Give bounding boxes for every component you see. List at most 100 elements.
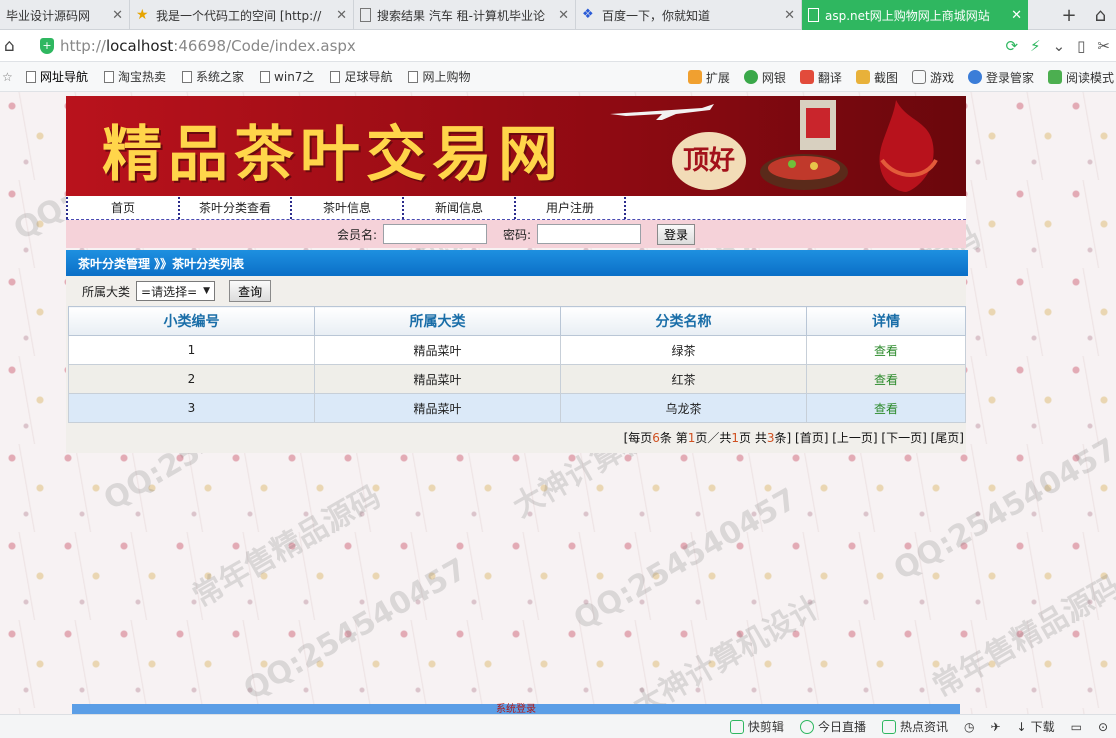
first-page-link[interactable]: [首页] [795, 431, 828, 445]
cell-id: 2 [68, 364, 315, 394]
password-label: 密码: [502, 227, 532, 242]
paw-icon: ❖ [582, 7, 594, 22]
bookmark-item[interactable]: 足球导航 [330, 68, 392, 85]
pin-icon[interactable]: ✈ [990, 720, 1000, 734]
lightning-icon[interactable]: ⚡ [1030, 37, 1041, 55]
bank-button[interactable]: 网银 [743, 69, 786, 86]
window-icon[interactable]: ▭ [1071, 720, 1082, 734]
reading-mode-button[interactable]: 阅读模式 [1047, 69, 1114, 86]
close-icon[interactable]: ✕ [784, 8, 795, 23]
toolbar-label: 截图 [873, 70, 898, 85]
tab-1[interactable]: 毕业设计源码网 ✕ [0, 0, 130, 30]
close-icon[interactable]: ✕ [1011, 8, 1022, 23]
banner-title: 精品茶叶交易网 [102, 120, 564, 190]
screenshot-button[interactable]: 截图 [855, 69, 898, 86]
header-category-name: 分类名称 [560, 306, 807, 336]
close-icon[interactable]: ✕ [558, 8, 569, 23]
nav-register[interactable]: 用户注册 [514, 196, 626, 219]
tab-label: 百度一下，你就知道 [602, 8, 711, 23]
live-button[interactable]: 今日直播 [799, 718, 866, 735]
pager-text: 页 共 [739, 431, 767, 445]
status-label: 今日直播 [817, 720, 866, 734]
book-icon [1047, 70, 1062, 84]
close-icon[interactable]: ✕ [112, 8, 123, 23]
grid-icon [687, 70, 702, 84]
star-icon: ★ [136, 7, 149, 23]
nav-tea-info[interactable]: 茶叶信息 [290, 196, 402, 219]
tab-2[interactable]: ★ 我是一个代码工的空间 [http:// ✕ [130, 0, 354, 30]
history-icon[interactable]: ◷ [964, 720, 974, 734]
member-input[interactable] [382, 224, 487, 244]
chevron-down-icon[interactable]: ⌄ [1053, 37, 1066, 55]
site-nav: 首页 茶叶分类查看 茶叶信息 新闻信息 用户注册 [66, 196, 966, 220]
bookmark-label: 网址导航 [40, 70, 89, 84]
tab-4[interactable]: ❖ 百度一下，你就知道 ✕ [576, 0, 802, 30]
cell-category: 精品菜叶 [314, 335, 561, 365]
browser-statusbar: 快剪辑 今日直播 热点资讯 ◷ ✈ ↓ 下载 ▭ ⊙ [0, 714, 1116, 738]
bookmark-item[interactable]: win7之 [260, 68, 314, 85]
tab-3[interactable]: 搜索结果 汽车 租-计算机毕业论 ✕ [354, 0, 576, 30]
password-input[interactable] [537, 224, 642, 244]
cell-id: 1 [68, 335, 315, 365]
toolbar-label: 阅读模式 [1065, 70, 1114, 85]
status-label: 快剪辑 [747, 720, 784, 734]
bookmark-item[interactable]: 网址导航 [26, 68, 88, 85]
news-icon [881, 719, 896, 734]
pager: [每页6条 第1页／共1页 共3条] [首页] [上一页] [下一页] [尾页] [66, 423, 966, 453]
zoom-icon[interactable]: ⊙ [1098, 720, 1108, 734]
refresh-icon[interactable]: ⟳ [1005, 37, 1018, 55]
header-sub-id: 小类编号 [68, 306, 315, 336]
toolbar-label: 翻译 [817, 70, 842, 85]
last-page-link[interactable]: [尾页] [931, 431, 964, 445]
news-button[interactable]: 热点资讯 [881, 718, 948, 735]
login-button[interactable]: 登录 [657, 223, 696, 245]
user-icon[interactable]: ⌂ [1095, 5, 1106, 26]
nav-news[interactable]: 新闻信息 [402, 196, 514, 219]
table-header-row: 小类编号 所属大类 分类名称 详情 [68, 306, 966, 336]
new-tab-icon[interactable]: + [1061, 5, 1076, 26]
login-manager-button[interactable]: 登录管家 [967, 69, 1034, 86]
nav-tea-categories[interactable]: 茶叶分类查看 [178, 196, 290, 219]
extensions-button[interactable]: 扩展 [687, 69, 730, 86]
bookmark-item[interactable]: 系统之家 [182, 68, 244, 85]
page-viewport: QQ:254540457 大神计算机设计 QQ:254540457 常年售精品源… [0, 92, 1116, 714]
total-records: 3 [766, 431, 775, 445]
bookmark-item[interactable]: 网上购物 [408, 68, 470, 85]
nav-home[interactable]: 首页 [66, 196, 178, 219]
translate-button[interactable]: 翻译 [799, 69, 842, 86]
watermark: QQ:254540457 [568, 481, 803, 638]
watermark: 常年售精品源码 [927, 569, 1116, 705]
status-label: 下载 [1030, 720, 1055, 734]
page-icon [408, 70, 419, 83]
browser-tabstrip: 毕业设计源码网 ✕ ★ 我是一个代码工的空间 [http:// ✕ 搜索结果 汽… [0, 0, 1116, 30]
next-page-link[interactable]: [下一页] [881, 431, 926, 445]
chevron-down-icon: ▼ [203, 286, 211, 296]
bookmark-label: 足球导航 [344, 70, 393, 84]
banner-badge: 顶好 [672, 132, 746, 190]
view-link[interactable]: 查看 [874, 402, 898, 416]
quick-clip-button[interactable]: 快剪辑 [729, 718, 784, 735]
footer-strip[interactable]: 系统登录 [72, 704, 960, 714]
tab-5-active[interactable]: asp.net网上购物网上商城网站 ✕ [802, 0, 1028, 30]
phone-icon[interactable]: ▯ [1077, 37, 1085, 55]
header-details: 详情 [806, 306, 966, 336]
pager-text: 条] [774, 431, 792, 445]
scissors-icon[interactable]: ✂ [1097, 37, 1110, 55]
home-icon[interactable]: ⌂ [4, 36, 26, 56]
prev-page-link[interactable]: [上一页] [832, 431, 877, 445]
pager-text: 页／共 [695, 431, 732, 445]
url-rest: :46698/Code/index.aspx [173, 36, 356, 55]
download-button[interactable]: ↓ 下载 [1017, 718, 1055, 735]
games-button[interactable]: 游戏 [911, 69, 954, 86]
view-link[interactable]: 查看 [874, 344, 898, 358]
watermark: QQ:254540457 [888, 431, 1116, 588]
bookmark-item[interactable]: 淘宝热卖 [104, 68, 166, 85]
view-link[interactable]: 查看 [874, 373, 898, 387]
category-select[interactable]: =请选择= ▼ [136, 281, 216, 301]
url-field[interactable]: http://localhost:46698/Code/index.aspx [60, 37, 356, 55]
query-button[interactable]: 查询 [229, 280, 272, 302]
play-icon [799, 719, 814, 734]
close-icon[interactable]: ✕ [336, 8, 347, 23]
page-icon [808, 8, 819, 22]
camera-icon [855, 70, 870, 84]
